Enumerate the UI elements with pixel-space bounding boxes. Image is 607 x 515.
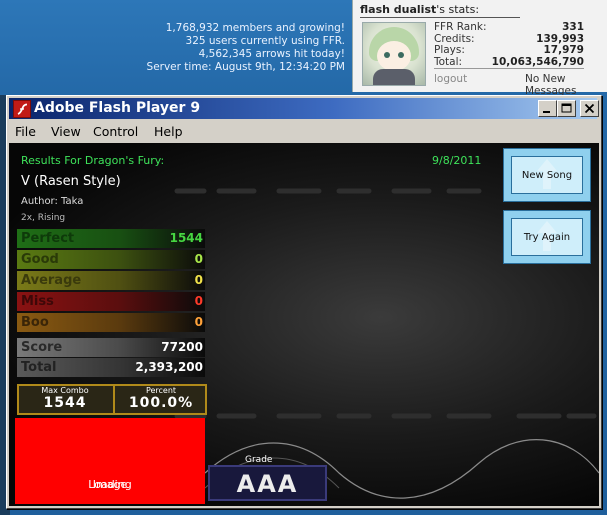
menu-view[interactable]: View [51, 124, 81, 139]
results-header: Results For Dragon's Fury: [21, 154, 165, 167]
window-title: Adobe Flash Player 9 [34, 100, 201, 116]
stat-label: Total: [434, 55, 463, 68]
song-author: Author: Taka [21, 196, 84, 207]
judge-row-perfect: Perfect 1544 [17, 229, 205, 248]
judge-label: Good [21, 252, 59, 267]
stat-value: 10,063,546,790 [491, 55, 584, 68]
grade-label: Grade [245, 455, 273, 465]
try-again-label: Try Again [523, 232, 571, 243]
max-combo-label: Max Combo [41, 386, 89, 395]
user-stats-panel: flash dualist's stats: FFR Rank: 331 Cred… [352, 0, 607, 97]
user-stats-title-suffix: 's stats: [436, 3, 480, 16]
percent-cell: Percent 100.0% [113, 386, 207, 413]
image-loading-line2: Loading [88, 478, 132, 491]
grade-box: AAA [208, 465, 327, 501]
judge-value: 0 [194, 273, 203, 287]
judge-row-miss: Miss 0 [17, 292, 205, 311]
username[interactable]: flash dualist [360, 3, 436, 16]
try-again-button-face[interactable]: Try Again [511, 218, 583, 256]
max-combo-value: 1544 [43, 395, 87, 411]
judge-value: 1544 [169, 231, 203, 245]
judge-row-good: Good 0 [17, 250, 205, 269]
stat-label: Plays: [434, 44, 465, 56]
total-row: Total 2,393,200 [17, 358, 205, 377]
new-song-button[interactable]: New Song [503, 148, 591, 202]
user-stats-table: FFR Rank: 331 Credits: 139,993 Plays: 17,97… [434, 21, 584, 69]
total-label: Total [21, 360, 57, 375]
logout-link[interactable]: logout [434, 73, 467, 85]
user-avatar[interactable] [362, 22, 426, 86]
song-modifiers: 2x, Rising [21, 213, 66, 223]
stat-row-rank: FFR Rank: 331 [434, 21, 584, 34]
try-again-button[interactable]: Try Again [503, 210, 591, 264]
judge-label: Boo [21, 315, 49, 330]
window-titlebar[interactable]: Adobe Flash Player 9 [9, 98, 599, 119]
score-value: 77200 [161, 340, 203, 354]
stat-row-plays: Plays: 17,979 [434, 44, 584, 57]
judge-value: 0 [194, 294, 203, 308]
user-stats-title: flash dualist's stats: [360, 3, 479, 16]
menu-bar: File View Control Help [9, 121, 597, 141]
judge-row-average: Average 0 [17, 271, 205, 290]
score-label: Score [21, 340, 63, 355]
judge-value: 0 [194, 315, 203, 329]
close-button[interactable] [580, 100, 599, 117]
flash-player-window: Adobe Flash Player 9 File View Control H… [6, 95, 602, 509]
max-combo-cell: Max Combo 1544 [19, 386, 111, 413]
new-song-button-face[interactable]: New Song [511, 156, 583, 194]
judge-value: 0 [194, 252, 203, 266]
menu-help[interactable]: Help [154, 124, 183, 139]
song-title: V (Rasen Style) [21, 174, 121, 189]
judge-label: Miss [21, 294, 54, 309]
judge-row-boo: Boo 0 [17, 313, 205, 332]
minimize-button[interactable] [538, 100, 557, 117]
score-row: Score 77200 [17, 338, 205, 357]
messages-status[interactable]: No New Messages [525, 73, 607, 97]
new-song-label: New Song [521, 170, 573, 181]
stat-value: 17,979 [543, 44, 584, 56]
members-stat: 1,768,932 members and growing! [165, 22, 345, 34]
arrows-hit-stat: 4,562,345 arrows hit today! [198, 48, 345, 60]
stat-row-total: Total: 10,063,546,790 [434, 55, 584, 69]
flash-player-icon [13, 100, 31, 118]
judge-label: Perfect [21, 231, 75, 246]
grade-value: AAA [236, 470, 299, 498]
game-stage: Results For Dragon's Fury: 9/8/2011 V (R… [9, 143, 599, 506]
menu-control[interactable]: Control [93, 124, 138, 139]
site-stats: 1,768,932 members and growing! 325 users… [147, 22, 345, 74]
menu-file[interactable]: File [15, 124, 36, 139]
stat-value: 331 [562, 21, 584, 33]
total-value: 2,393,200 [135, 360, 203, 374]
percent-value: 100.0% [128, 395, 194, 411]
server-time: Server time: August 9th, 12:34:20 PM [146, 61, 345, 73]
combo-percent-box: Max Combo 1544 Percent 100.0% [17, 384, 207, 415]
results-date: 9/8/2011 [432, 154, 482, 167]
percent-label: Percent [145, 386, 177, 395]
image-loading-placeholder: Image Loading [15, 418, 205, 504]
panel-divider [434, 68, 584, 69]
judge-label: Average [21, 273, 82, 288]
maximize-button[interactable] [557, 100, 576, 117]
title-underline [360, 17, 520, 18]
stat-label: FFR Rank: [434, 21, 487, 33]
image-loading-text: Image Loading [15, 448, 205, 491]
online-users-stat: 325 users currently using FFR. [185, 35, 345, 47]
